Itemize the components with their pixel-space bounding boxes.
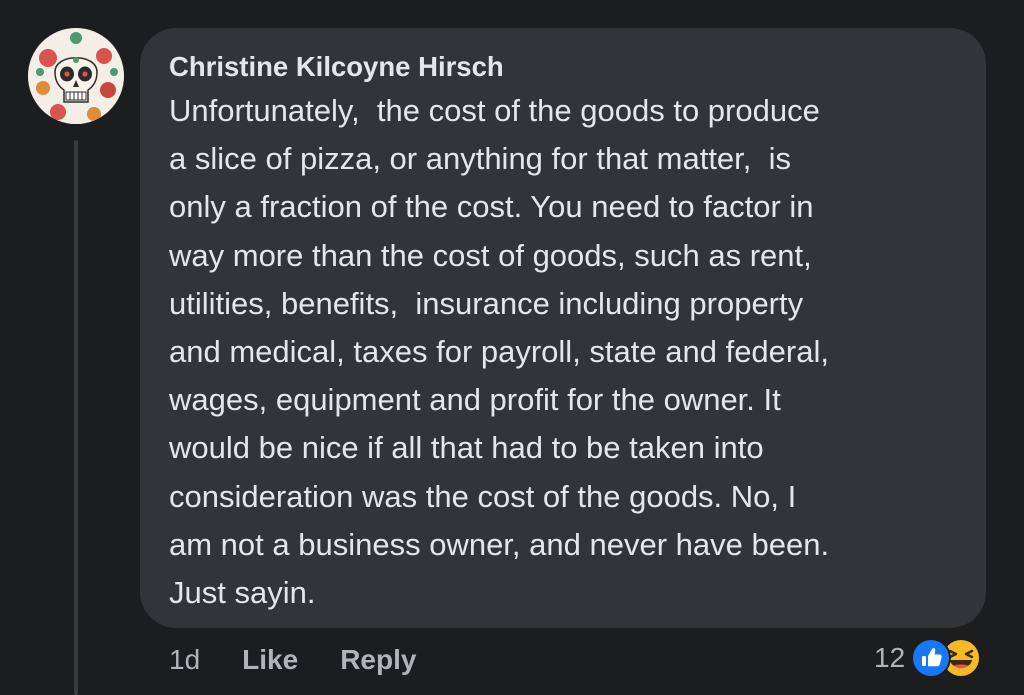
comment-bubble: Christine Kilcoyne Hirsch Unfortunately,… bbox=[140, 28, 986, 628]
like-icon bbox=[911, 638, 952, 678]
comment-text-line: consideration was the cost of the goods.… bbox=[169, 478, 797, 514]
comment-timestamp[interactable]: 1d bbox=[169, 644, 200, 676]
like-button[interactable]: Like bbox=[242, 644, 298, 676]
avatar[interactable] bbox=[28, 28, 124, 124]
comment-text-line: way more than the cost of goods, such as… bbox=[169, 237, 812, 273]
sugar-skull-icon bbox=[28, 28, 124, 124]
reaction-count: 12 bbox=[874, 642, 906, 673]
comment-text-line: Unfortunately, the cost of the goods to … bbox=[169, 93, 820, 128]
comment-text: Unfortunately, the cost of the goods to … bbox=[169, 87, 956, 617]
comment-actions: 1d Like Reply bbox=[169, 640, 458, 680]
comment-author-name[interactable]: Christine Kilcoyne Hirsch bbox=[169, 50, 956, 84]
reactions-summary[interactable]: 12 bbox=[874, 634, 982, 682]
comment-text-line: would be nice if all that had to be take… bbox=[169, 430, 764, 466]
comment-text-line: am not a business owner, and never have … bbox=[169, 526, 830, 562]
comment-text-line: and medical, taxes for payroll, state an… bbox=[169, 334, 829, 370]
comment-text-line: only a fraction of the cost. You need to… bbox=[169, 189, 814, 225]
reply-thread-line bbox=[74, 140, 78, 695]
comment-text-line: wages, equipment and profit for the owne… bbox=[169, 382, 781, 418]
comment-text-line: Just sayin. bbox=[169, 575, 316, 611]
comment-text-line: utilities, benefits, insurance including… bbox=[169, 285, 804, 321]
comment-text-line: a slice of pizza, or anything for that m… bbox=[169, 141, 792, 177]
reply-button[interactable]: Reply bbox=[340, 644, 416, 676]
